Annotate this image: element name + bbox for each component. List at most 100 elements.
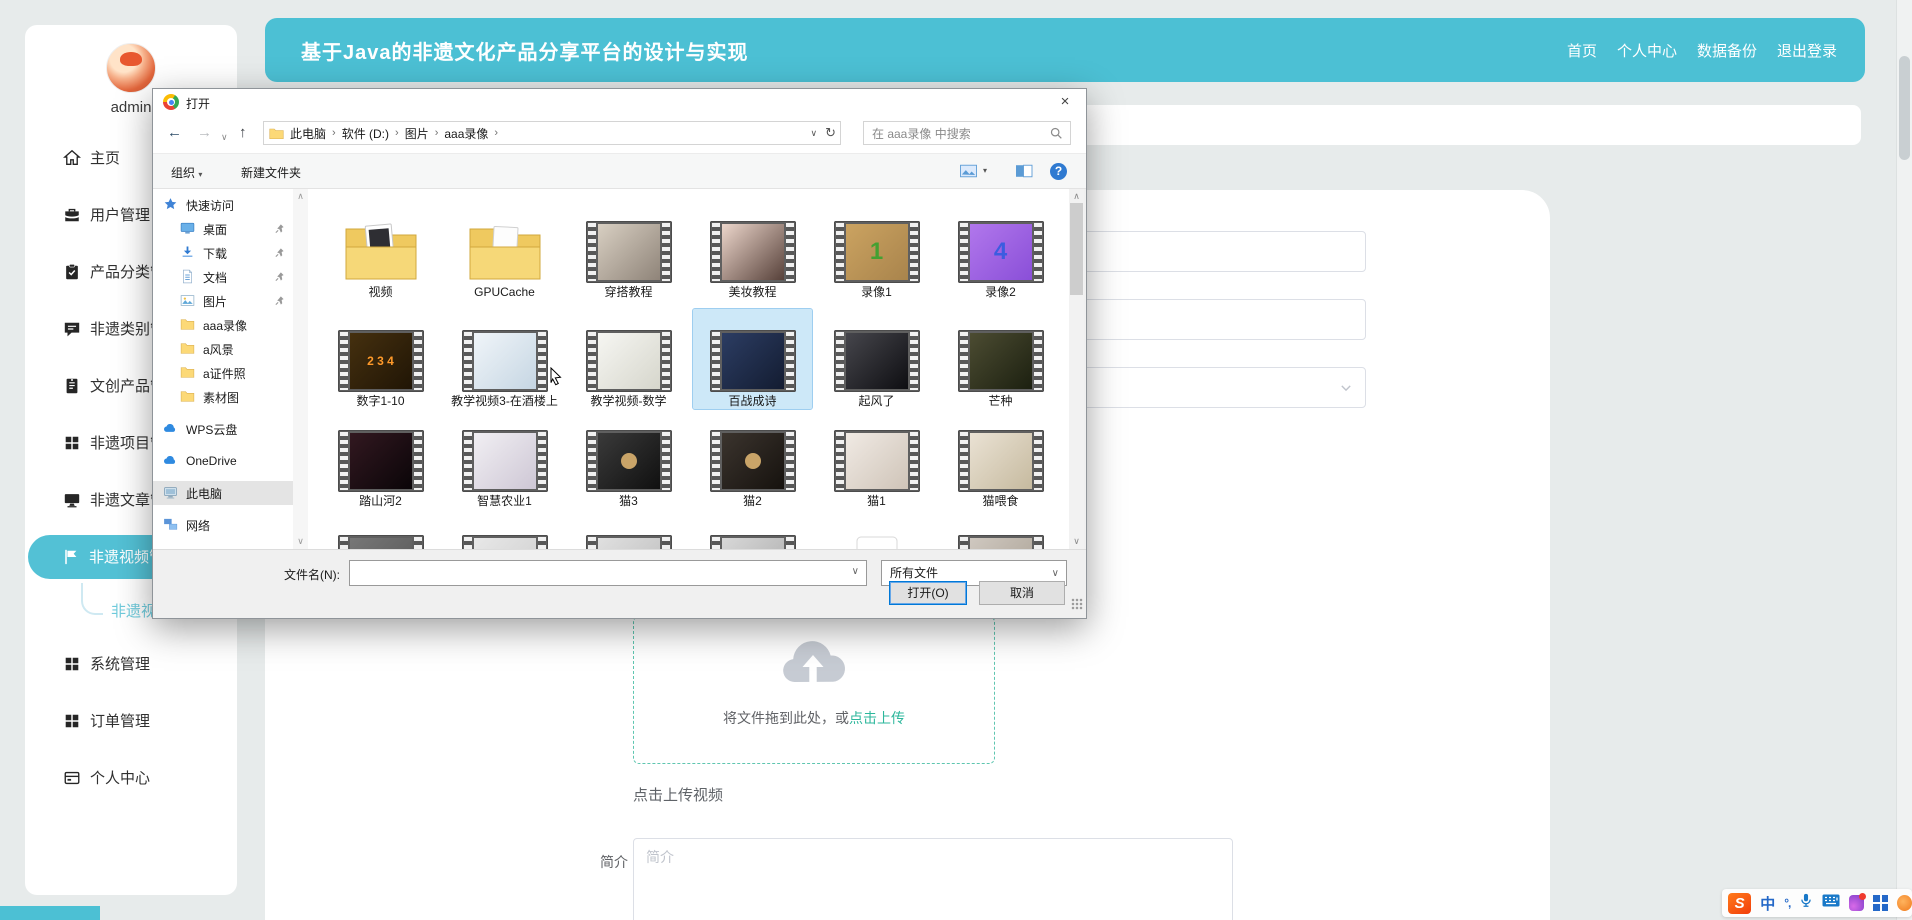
file-item-猫1[interactable]: 猫1 [817, 409, 936, 509]
cancel-button[interactable]: 取消 [979, 581, 1065, 605]
nav-item-素材图[interactable]: 素材图 [153, 385, 293, 409]
grid-scrollbar[interactable]: ∧ ∨ [1069, 189, 1084, 549]
keyboard-icon[interactable] [1822, 894, 1840, 912]
scroll-down-icon[interactable]: ∨ [1069, 536, 1084, 547]
file-item-百战成诗[interactable]: 百战成诗 [693, 309, 812, 409]
nav-item-桌面[interactable]: 桌面 [153, 217, 293, 241]
ime-skin-icon[interactable] [1849, 895, 1864, 911]
search-input[interactable]: 在 aaa录像 中搜索 [863, 121, 1071, 145]
up-icon[interactable]: ↑ [239, 124, 247, 142]
file-item-录像1[interactable]: 1录像1 [817, 195, 936, 309]
help-icon[interactable]: ? [1050, 163, 1067, 180]
file-item-GPUCache[interactable]: GPUCache [445, 195, 564, 309]
breadcrumb-separator-icon: › [435, 127, 439, 139]
punctuation-icon[interactable]: °, [1784, 896, 1790, 910]
breadcrumb-segment[interactable]: 图片 [405, 125, 429, 142]
sidebar-item-个人中心[interactable]: 个人中心 [25, 749, 237, 806]
page-scrollbar-thumb[interactable] [1899, 56, 1910, 160]
file-item-partial[interactable] [693, 509, 812, 549]
file-item-猫喂食[interactable]: 猫喂食 [941, 409, 1060, 509]
nav-item-a风景[interactable]: a风景 [153, 337, 293, 361]
combo-caret-icon[interactable]: ∨ [852, 566, 859, 577]
nav-link-logout[interactable]: 退出登录 [1777, 40, 1837, 61]
scroll-down-icon[interactable]: ∨ [293, 536, 308, 547]
nav-link-backup[interactable]: 数据备份 [1697, 40, 1757, 61]
new-folder-button[interactable]: 新建文件夹 [241, 164, 301, 181]
nav-item-此电脑[interactable]: 此电脑 [153, 481, 293, 505]
nav-item-aaa录像[interactable]: aaa录像 [153, 313, 293, 337]
tree-connector [81, 583, 103, 615]
forward-icon: → [197, 124, 212, 142]
grid-scrollbar-thumb[interactable] [1070, 203, 1083, 295]
history-caret-icon[interactable]: ∨ [221, 128, 228, 146]
film-thumbnail [958, 330, 1044, 392]
file-item-partial[interactable] [569, 509, 688, 549]
nav-link-home[interactable]: 首页 [1567, 40, 1597, 61]
open-button[interactable]: 打开(O) [889, 581, 967, 605]
nav-item-OneDrive[interactable]: OneDrive [153, 449, 293, 473]
file-item-视频[interactable]: 视频 [321, 195, 440, 309]
ime-toolbox-icon[interactable] [1873, 895, 1888, 911]
file-item-partial[interactable] [445, 509, 564, 549]
nav-item-WPS云盘[interactable]: WPS云盘 [153, 417, 293, 441]
preview-pane-icon[interactable] [1015, 163, 1033, 182]
file-item-美妆教程[interactable]: 美妆教程 [693, 195, 812, 309]
organize-button[interactable]: 组织 ▾ [171, 164, 202, 181]
breadcrumb-separator-icon: › [332, 127, 336, 139]
sogou-icon[interactable]: S [1728, 893, 1751, 914]
filename-input[interactable]: ∨ [349, 560, 867, 586]
file-item-partial[interactable] [321, 509, 440, 549]
screen: 基于Java的非遗文化产品分享平台的设计与实现 首页个人中心数据备份退出登录 a… [0, 0, 1912, 920]
breadcrumb-segment[interactable]: 软件 (D:) [342, 125, 389, 142]
upload-click-link[interactable]: 点击上传 [849, 710, 905, 726]
breadcrumb-segment[interactable]: 此电脑 [290, 125, 326, 142]
nav-item-下载[interactable]: 下载 [153, 241, 293, 265]
file-item-智慧农业1[interactable]: 智慧农业1 [445, 409, 564, 509]
nav-item-文档[interactable]: 文档 [153, 265, 293, 289]
file-item-录像2[interactable]: 4录像2 [941, 195, 1060, 309]
file-item-partial[interactable] [941, 509, 1060, 549]
emoji-icon[interactable] [1897, 895, 1912, 911]
file-name: 录像1 [861, 285, 892, 300]
scroll-up-icon[interactable]: ∧ [1069, 191, 1084, 202]
close-icon[interactable]: × [1044, 89, 1086, 115]
ime-language-toggle[interactable]: 中 [1760, 893, 1775, 914]
page-title: 基于Java的非遗文化产品分享平台的设计与实现 [301, 18, 749, 82]
nav-link-profile[interactable]: 个人中心 [1617, 40, 1677, 61]
file-name: 起风了 [858, 394, 894, 409]
refresh-icon[interactable]: ↻ [825, 125, 836, 141]
nav-item-图片[interactable]: 图片 [153, 289, 293, 313]
docfile-icon [180, 269, 196, 285]
upload-dropzone[interactable]: 将文件拖到此处，或点击上传 [633, 616, 995, 764]
file-item-踏山河2[interactable]: 踏山河2 [321, 409, 440, 509]
avatar[interactable] [106, 43, 156, 93]
pane-scrollbar[interactable]: ∧ ∨ [293, 189, 308, 549]
file-item-猫2[interactable]: 猫2 [693, 409, 812, 509]
dialog-titlebar[interactable]: 打开 × [153, 89, 1086, 115]
back-icon[interactable]: ← [167, 124, 182, 142]
folder-icon [180, 317, 196, 333]
address-caret-icon[interactable]: ∨ [811, 128, 818, 139]
sidebar-item-订单管理[interactable]: 订单管理 [25, 692, 237, 749]
microphone-icon[interactable] [1799, 892, 1813, 914]
view-thumbnails-icon[interactable] [959, 163, 978, 182]
file-item-猫3[interactable]: 猫3 [569, 409, 688, 509]
file-item-起风了[interactable]: 起风了 [817, 309, 936, 409]
page-scrollbar[interactable] [1896, 0, 1912, 920]
nav-item-a证件照[interactable]: a证件照 [153, 361, 293, 385]
file-item-数字1-10[interactable]: 2 3 4数字1-10 [321, 309, 440, 409]
intro-textarea[interactable] [633, 838, 1233, 920]
upload-cloud-icon [634, 639, 994, 694]
breadcrumb-segment[interactable]: aaa录像 [444, 125, 488, 142]
resize-grip[interactable] [1071, 598, 1083, 610]
view-menu-arrow-icon[interactable]: ▾ [983, 166, 987, 175]
nav-item-快速访问[interactable]: 快速访问 [153, 193, 293, 217]
sidebar-item-系统管理[interactable]: 系统管理 [25, 635, 237, 692]
nav-item-网络[interactable]: 网络 [153, 513, 293, 537]
scroll-up-icon[interactable]: ∧ [293, 191, 308, 202]
file-item-穿搭教程[interactable]: 穿搭教程 [569, 195, 688, 309]
file-item-partial[interactable] [817, 509, 936, 549]
file-item-教学视频3-在酒楼上[interactable]: 教学视频3-在酒楼上 [445, 309, 564, 409]
file-item-芒种[interactable]: 芒种 [941, 309, 1060, 409]
file-item-教学视频-数学[interactable]: 教学视频-数学 [569, 309, 688, 409]
